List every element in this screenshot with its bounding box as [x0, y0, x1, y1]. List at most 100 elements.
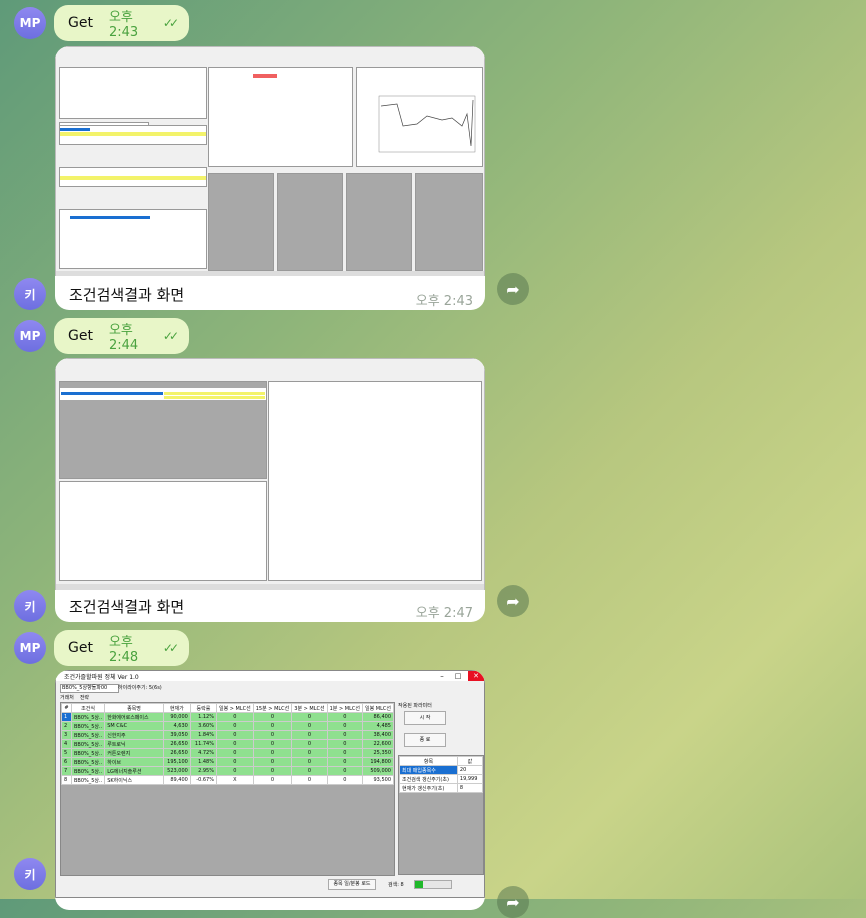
image-message[interactable]: 조건검색결과 화면 오후 2:47 [55, 358, 485, 622]
table-cell[interactable]: 4.72% [189, 748, 217, 758]
table-cell[interactable]: 0 [326, 730, 363, 740]
table-cell[interactable]: 0 [215, 730, 254, 740]
table-row[interactable]: 4 BB0%_5상.. 루트로닉 26,650 11.74% 0 0 0 0 22,600 [61, 739, 394, 749]
avatar[interactable]: MP [14, 632, 46, 664]
table-cell[interactable]: 0 [215, 748, 254, 758]
table-cell[interactable]: 0 [215, 757, 254, 767]
table-cell[interactable]: 5 [61, 748, 72, 758]
table-cell[interactable]: SM C&C [104, 721, 164, 731]
table-cell[interactable]: 89,400 [162, 775, 191, 785]
load-candles-button[interactable]: 종목 일/분봉 로드 [328, 879, 376, 890]
table-cell[interactable]: BB0%_5상.. [70, 721, 106, 731]
table-cell[interactable]: 0 [252, 730, 293, 740]
table-cell[interactable]: 0 [252, 757, 293, 767]
param-value[interactable]: 8 [456, 783, 484, 793]
table-cell[interactable]: 194,800 [361, 757, 394, 767]
table-cell[interactable]: 0 [291, 712, 328, 722]
share-arrow-icon[interactable]: ➦ [497, 886, 529, 918]
table-cell[interactable]: BB0%_5상.. [70, 775, 106, 785]
col-header[interactable]: # [61, 703, 72, 713]
table-cell[interactable]: 4,485 [361, 721, 394, 731]
col-header[interactable]: 조건식 [70, 703, 106, 713]
table-cell[interactable]: 195,100 [162, 757, 191, 767]
param-value[interactable]: 19,999 [456, 774, 484, 784]
table-cell[interactable]: 2 [61, 721, 72, 731]
table-cell[interactable]: BB0%_5상.. [70, 739, 106, 749]
minimize-icon[interactable]: – [434, 671, 450, 681]
table-cell[interactable]: 1.12% [189, 712, 217, 722]
table-cell[interactable]: BB0%_5상.. [70, 730, 106, 740]
table-cell[interactable]: 3 [61, 730, 72, 740]
table-cell[interactable]: 0 [326, 721, 363, 731]
table-cell[interactable]: 0 [291, 766, 328, 776]
table-row[interactable]: 8 BB0%_5상.. SK하이닉스 89,400 -0.67% X 0 0 0 93,500 [61, 775, 394, 785]
screenshot-image[interactable] [55, 358, 485, 590]
avatar[interactable]: 키 [14, 590, 46, 622]
table-cell[interactable]: 0 [215, 721, 254, 731]
table-row[interactable]: 7 BB0%_5상.. LG에너지솔루션 523,000 2.95% 0 0 0 0 509,00… [61, 766, 394, 776]
tab-strategy[interactable]: 전략 [80, 694, 89, 701]
table-row[interactable]: 1 BB0%_5상.. 한화에어로스페이스 90,000 1.12% 0 0 0 0 86,400 [61, 712, 394, 722]
table-cell[interactable]: 0 [291, 748, 328, 758]
table-cell[interactable]: 0 [326, 739, 363, 749]
table-cell[interactable]: 0 [291, 775, 328, 785]
table-cell[interactable]: 2.95% [189, 766, 217, 776]
table-cell[interactable]: 1.84% [189, 730, 217, 740]
share-arrow-icon[interactable]: ➦ [497, 585, 529, 617]
table-cell[interactable]: 0 [291, 739, 328, 749]
col-header[interactable]: 1분 > MLC선 [326, 703, 363, 713]
start-button[interactable]: 시 작 [404, 711, 446, 725]
table-cell[interactable]: 0 [291, 757, 328, 767]
param-name[interactable]: 조건검색 갱신주기(초) [399, 774, 458, 784]
table-cell[interactable]: BB0%_5상.. [70, 766, 106, 776]
table-cell[interactable]: 7 [61, 766, 72, 776]
avatar[interactable]: MP [14, 320, 46, 352]
stop-button[interactable]: 종 료 [404, 733, 446, 747]
table-row[interactable]: 3 BB0%_5상.. 신한지주 39,050 1.84% 0 0 0 0 38,400 [61, 730, 394, 740]
close-icon[interactable]: ✕ [468, 671, 484, 681]
table-cell[interactable]: 루트로닉 [104, 739, 164, 749]
share-arrow-icon[interactable]: ➦ [497, 273, 529, 305]
table-cell[interactable]: 0 [326, 757, 363, 767]
table-cell[interactable]: 4,630 [162, 721, 191, 731]
table-cell[interactable]: 8 [61, 775, 72, 785]
tab-accounts[interactable]: 거래처 [60, 694, 74, 701]
table-row[interactable]: 5 BB0%_5상.. 커튼오렌지 26,650 4.72% 0 0 0 0 25,350 [61, 748, 394, 758]
table-cell[interactable]: 26,650 [162, 739, 191, 749]
table-cell[interactable]: 0 [252, 748, 293, 758]
maximize-icon[interactable]: □ [450, 671, 466, 681]
table-cell[interactable]: 0 [291, 730, 328, 740]
table-cell[interactable]: 0 [326, 766, 363, 776]
table-cell[interactable]: 11.74% [189, 739, 217, 749]
table-cell[interactable]: X [215, 775, 254, 785]
table-row[interactable]: 2 BB0%_5상.. SM C&C 4,630 3.60% 0 0 0 0 4,485 [61, 721, 394, 731]
table-cell[interactable]: 22,600 [361, 739, 394, 749]
table-cell[interactable]: BB0%_5상.. [70, 757, 106, 767]
table-cell[interactable]: 커튼오렌지 [104, 748, 164, 758]
table-cell[interactable]: 0 [215, 739, 254, 749]
table-cell[interactable]: 0 [326, 712, 363, 722]
table-cell[interactable]: 4 [61, 739, 72, 749]
table-cell[interactable]: 38,400 [361, 730, 394, 740]
col-header[interactable]: 일봉 > MLC선 [215, 703, 254, 713]
table-cell[interactable]: 509,000 [361, 766, 394, 776]
table-cell[interactable]: 1.48% [189, 757, 217, 767]
screenshot-image[interactable] [55, 46, 485, 276]
col-header[interactable]: 현재가 [162, 703, 191, 713]
table-cell[interactable]: 6 [61, 757, 72, 767]
table-row[interactable]: 6 BB0%_5상.. 하이브 195,100 1.48% 0 0 0 0 194,800 [61, 757, 394, 767]
col-header[interactable]: 등락률 [189, 703, 217, 713]
table-cell[interactable]: 한화에어로스페이스 [104, 712, 164, 722]
param-name[interactable]: 최대 매입종목수 [399, 765, 458, 775]
avatar[interactable]: MP [14, 7, 46, 39]
table-cell[interactable]: 0 [252, 775, 293, 785]
table-cell[interactable]: BB0%_5상.. [70, 712, 106, 722]
table-cell[interactable]: -0.67% [189, 775, 217, 785]
col-header[interactable]: 15분 > MLC선 [252, 703, 293, 713]
table-cell[interactable]: 523,000 [162, 766, 191, 776]
table-cell[interactable]: 0 [252, 739, 293, 749]
table-cell[interactable]: 0 [291, 721, 328, 731]
table-cell[interactable]: SK하이닉스 [104, 775, 164, 785]
screenshot-image[interactable]: 조건가즐할파원 정체 Ver 1.0 – □ ✕ BB0%_5상향돌파00 하이… [55, 670, 485, 898]
table-cell[interactable]: 39,050 [162, 730, 191, 740]
